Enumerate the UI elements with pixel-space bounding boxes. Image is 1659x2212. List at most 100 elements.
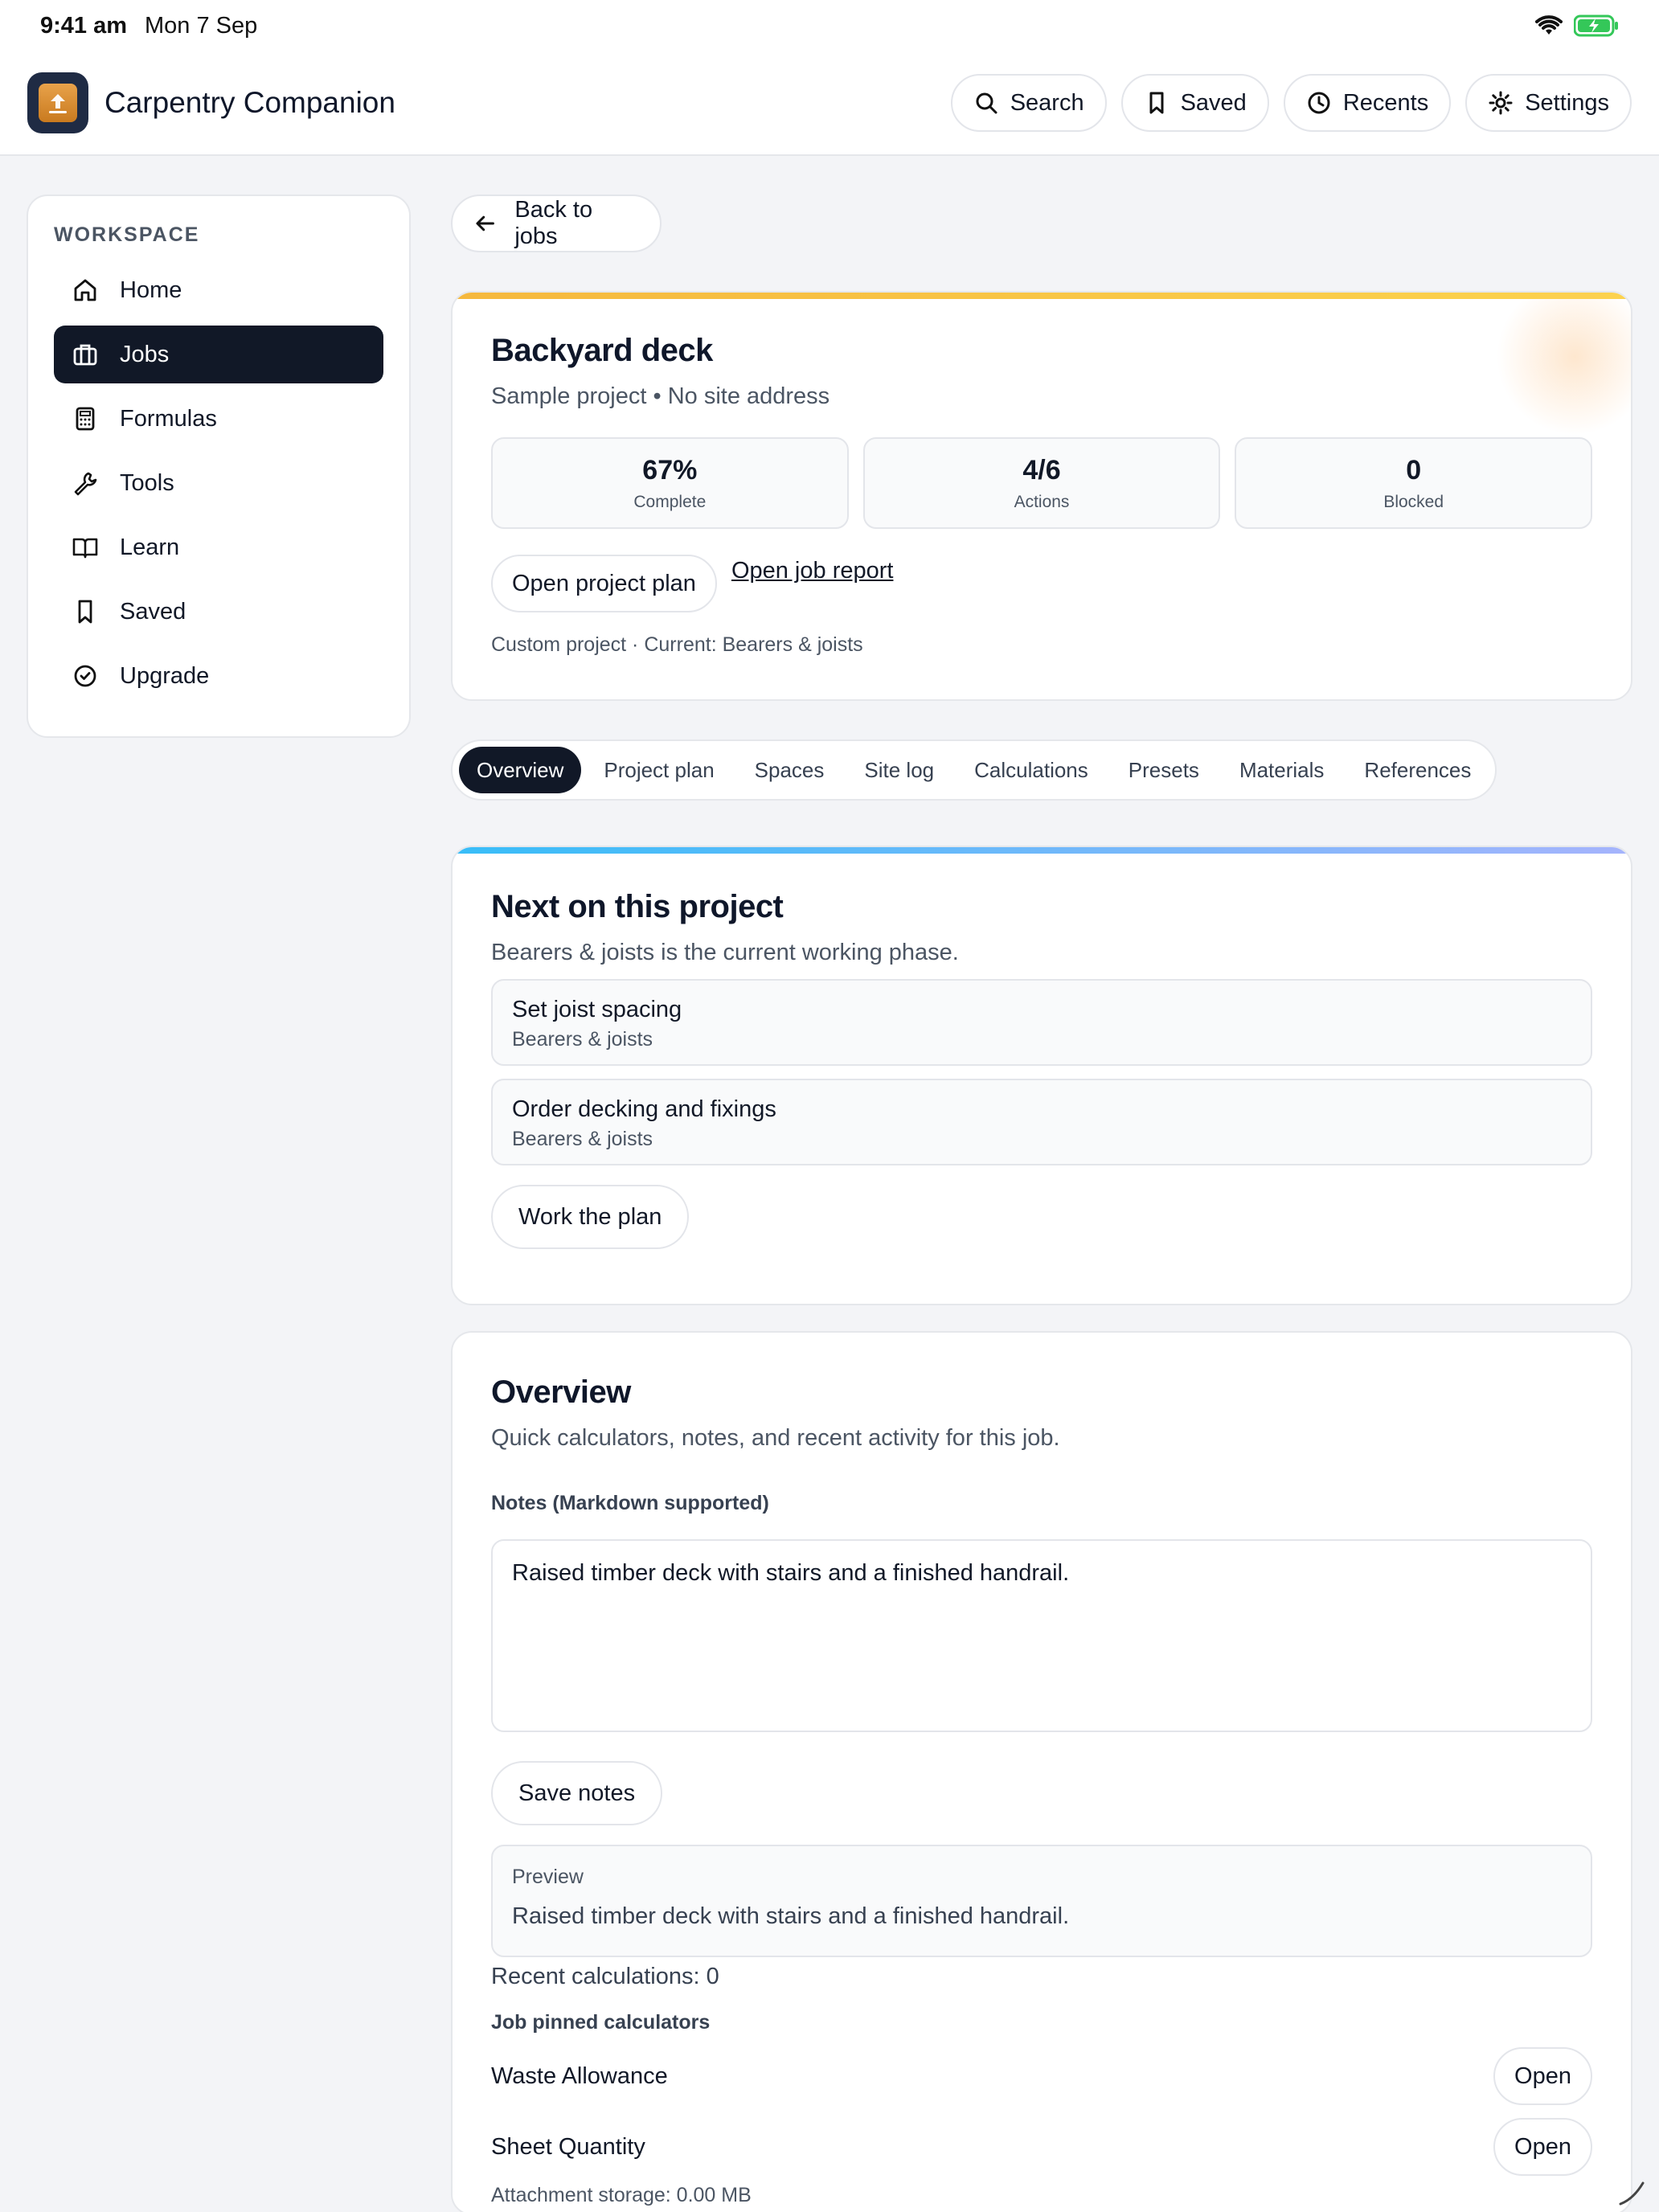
tab-site-log[interactable]: Site log <box>846 747 952 793</box>
stat-value: 0 <box>1406 454 1422 485</box>
notes-textarea[interactable]: Raised timber deck with stairs and a fin… <box>491 1539 1592 1732</box>
bookmark-icon <box>1149 92 1164 114</box>
arrow-left-icon <box>476 215 494 231</box>
notes-preview: Preview Raised timber deck with stairs a… <box>491 1845 1592 1957</box>
stat-label: Actions <box>1014 492 1070 511</box>
saved-button-label: Saved <box>1180 89 1247 116</box>
attachment-storage: Attachment storage: 0.00 MB <box>491 2184 752 2206</box>
task-title: Order decking and fixings <box>512 1096 776 1122</box>
saved-button[interactable]: Saved <box>1120 74 1269 132</box>
status-date: Mon 7 Sep <box>145 12 258 39</box>
sidebar-item-upgrade[interactable]: Upgrade <box>54 647 383 705</box>
job-title: Backyard deck <box>491 333 713 368</box>
open-calculator-button[interactable]: Open <box>1493 2118 1592 2176</box>
app-title: Carpentry Companion <box>104 86 395 119</box>
tab-project-plan[interactable]: Project plan <box>586 747 731 793</box>
status-time: 9:41 am <box>40 12 128 39</box>
bookmark-icon <box>78 600 92 624</box>
sidebar-item-jobs[interactable]: Jobs <box>54 326 383 383</box>
app-header: Carpentry Companion Search Saved Recents… <box>0 51 1659 156</box>
stat-value: 67% <box>642 454 698 485</box>
stat-complete: 67% Complete <box>491 437 849 529</box>
home-icon <box>74 279 96 301</box>
section-title: Next on this project <box>491 889 784 924</box>
sidebar-item-learn[interactable]: Learn <box>54 518 383 576</box>
stat-blocked: 0 Blocked <box>1235 437 1593 529</box>
open-job-report-link[interactable]: Open job report <box>731 558 894 584</box>
tab-overview[interactable]: Overview <box>459 747 582 793</box>
tab-spaces[interactable]: Spaces <box>737 747 842 793</box>
stat-label: Complete <box>633 492 707 511</box>
sidebar: WORKSPACE Home Jobs Formulas Tools Learn… <box>27 195 411 738</box>
sidebar-item-label: Formulas <box>120 405 217 432</box>
tab-calculations[interactable]: Calculations <box>956 747 1106 793</box>
save-notes-button[interactable]: Save notes <box>491 1761 663 1825</box>
tab-materials[interactable]: Materials <box>1222 747 1342 793</box>
task-phase: Bearers & joists <box>512 1128 653 1150</box>
job-tabs: Overview Project plan Spaces Site log Ca… <box>451 739 1497 801</box>
calculator-name: Waste Allowance <box>491 2062 668 2089</box>
settings-button[interactable]: Settings <box>1465 74 1632 132</box>
search-button[interactable]: Search <box>950 74 1107 132</box>
sidebar-item-label: Tools <box>120 469 174 496</box>
stat-value: 4/6 <box>1022 454 1061 485</box>
tab-references[interactable]: References <box>1346 747 1489 793</box>
sidebar-item-home[interactable]: Home <box>54 261 383 319</box>
work-the-plan-button[interactable]: Work the plan <box>491 1185 690 1249</box>
task-title: Set joist spacing <box>512 997 682 1022</box>
gear-icon <box>1489 91 1513 115</box>
app-logo-icon <box>27 72 88 133</box>
book-icon <box>72 538 98 559</box>
briefcase-icon <box>73 344 97 366</box>
recent-calculations: Recent calculations: 0 <box>491 1964 719 1989</box>
resize-grip-icon[interactable] <box>1616 2175 1648 2207</box>
pinned-calculator-row: Waste Allowance Open <box>491 2046 1592 2107</box>
section-subtitle: Bearers & joists is the current working … <box>491 940 959 965</box>
job-stats: 67% Complete 4/6 Actions 0 Blocked <box>491 437 1593 529</box>
sidebar-item-label: Learn <box>120 534 180 560</box>
notes-label: Notes (Markdown supported) <box>491 1492 769 1514</box>
settings-button-label: Settings <box>1525 89 1609 116</box>
job-summary-card: Backyard deck Sample project • No site a… <box>451 291 1632 701</box>
section-title: Overview <box>491 1374 631 1410</box>
sidebar-item-label: Home <box>120 276 182 303</box>
back-button-label: Back to jobs <box>514 197 593 249</box>
main-content: Back to jobs Backyard deck Sample projec… <box>451 195 1632 2212</box>
search-icon <box>976 92 997 114</box>
sidebar-item-saved[interactable]: Saved <box>54 583 383 641</box>
card-accent-bar <box>453 847 1631 854</box>
card-glow <box>1486 293 1631 437</box>
section-subtitle: Quick calculators, notes, and recent act… <box>491 1425 1060 1451</box>
sidebar-item-label: Upgrade <box>120 662 210 689</box>
preview-text: Raised timber deck with stairs and a fin… <box>512 1903 1070 1929</box>
status-bar: 9:41 am Mon 7 Sep <box>0 0 1659 51</box>
sidebar-heading: WORKSPACE <box>54 223 200 246</box>
calculator-name: Sheet Quantity <box>491 2133 645 2160</box>
task-item[interactable]: Order decking and fixings Bearers & jois… <box>491 1079 1592 1165</box>
badge-check-icon <box>74 665 96 687</box>
stat-label: Blocked <box>1383 492 1444 511</box>
sidebar-item-tools[interactable]: Tools <box>54 454 383 512</box>
next-steps-card: Next on this project Bearers & joists is… <box>451 846 1632 1305</box>
back-to-jobs-button[interactable]: Back to jobs <box>451 195 662 252</box>
task-item[interactable]: Set joist spacing Bearers & joists <box>491 979 1592 1066</box>
open-calculator-button[interactable]: Open <box>1493 2047 1592 2105</box>
clock-icon <box>1308 92 1330 114</box>
job-meta: Custom project · Current: Bearers & jois… <box>491 633 863 656</box>
job-subtitle: Sample project • No site address <box>491 383 830 409</box>
open-project-plan-button[interactable]: Open project plan <box>491 555 717 612</box>
sidebar-item-formulas[interactable]: Formulas <box>54 390 383 448</box>
sidebar-item-label: Jobs <box>120 341 170 367</box>
sidebar-item-label: Saved <box>120 598 186 625</box>
tab-presets[interactable]: Presets <box>1111 747 1217 793</box>
stat-actions: 4/6 Actions <box>862 437 1221 529</box>
wrench-icon <box>74 472 97 496</box>
preview-label: Preview <box>512 1866 584 1888</box>
overview-card: Overview Quick calculators, notes, and r… <box>451 1331 1632 2212</box>
card-accent-bar <box>453 293 1631 299</box>
recents-button[interactable]: Recents <box>1283 74 1452 132</box>
wifi-icon <box>1535 15 1563 35</box>
recents-button-label: Recents <box>1342 89 1429 116</box>
task-phase: Bearers & joists <box>512 1028 653 1051</box>
battery-charging-icon <box>1574 14 1618 37</box>
